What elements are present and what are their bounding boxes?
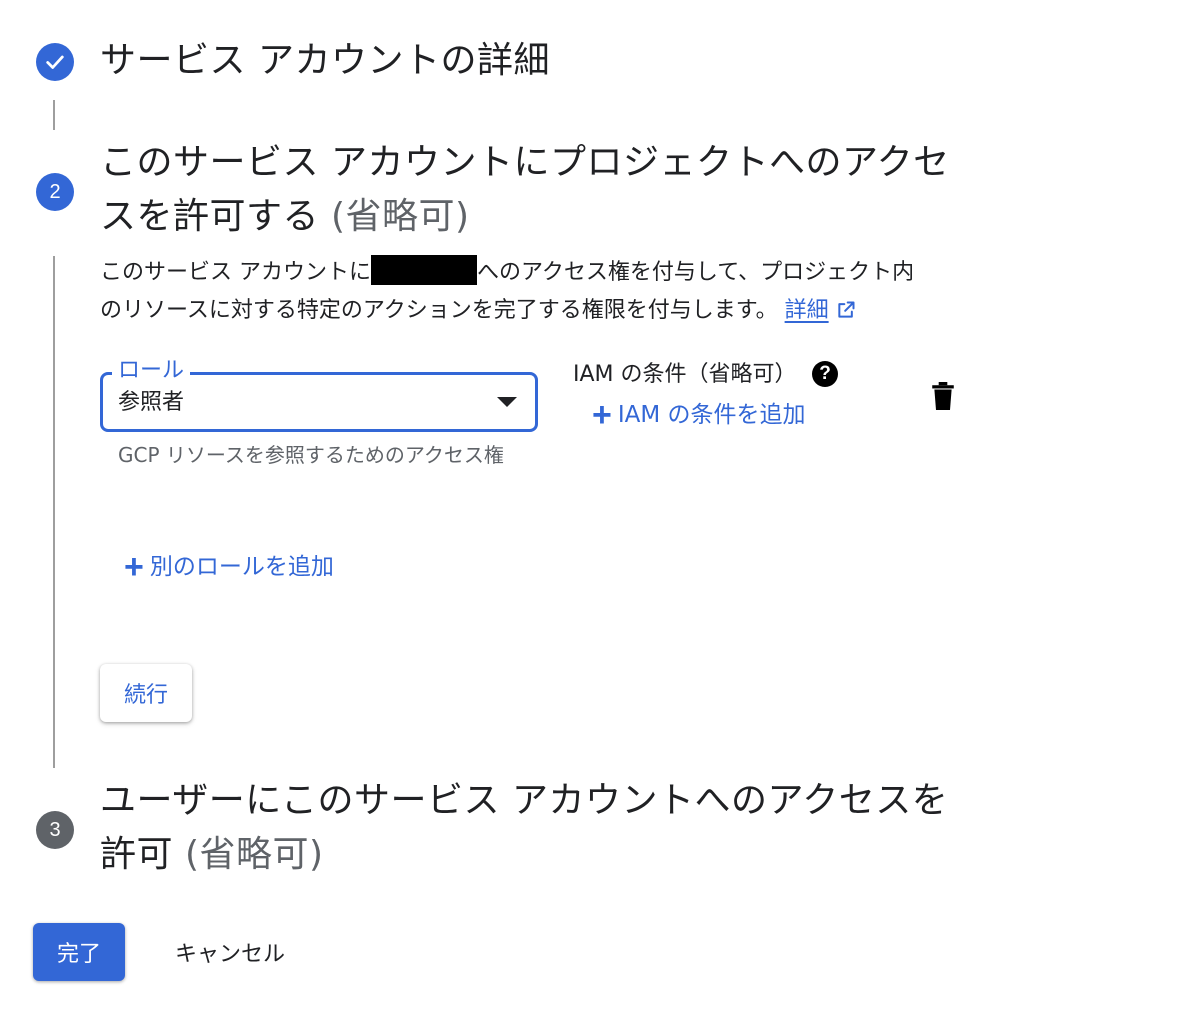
step-3-title-line1: ユーザーにこのサービス アカウントへのアクセスを	[100, 780, 949, 821]
step-2-description: このサービス アカウントに へのアクセス権を付与して、プロジェクト内 のリソースに…	[100, 254, 1000, 330]
desc-line2: のリソースに対する特定のアクションを完了する権限を付与します。	[100, 298, 778, 323]
step-2-optional-label: (省略可)	[330, 196, 470, 237]
add-another-role-button[interactable]: + 別のロールを追加	[124, 548, 334, 586]
check-icon	[46, 55, 64, 69]
step-connector-1	[53, 100, 55, 130]
step-1-complete-icon	[36, 43, 74, 81]
add-another-role-label: 別のロールを追加	[149, 554, 334, 580]
step-3-title[interactable]: ユーザーにこのサービス アカウントへのアクセスを 許可 (省略可)	[100, 774, 948, 882]
step-2-title-line1: このサービス アカウントにプロジェクトへのアクセ	[100, 142, 950, 183]
plus-icon: +	[592, 396, 612, 434]
role-select-label: ロール	[112, 358, 191, 384]
step-2-title: このサービス アカウントにプロジェクトへのアクセ スを許可する (省略可)	[100, 136, 950, 244]
role-select-value[interactable]: 参照者	[118, 388, 184, 418]
iam-condition-label: IAM の条件（省略可）	[573, 362, 797, 387]
step-connector-2	[53, 256, 55, 768]
dropdown-arrow-icon[interactable]	[497, 397, 517, 407]
add-iam-condition-label: IAM の条件を追加	[617, 402, 806, 428]
add-iam-condition-button[interactable]: + IAM の条件を追加	[592, 396, 806, 434]
step-2-number-badge: 2	[36, 173, 74, 211]
step-3-number-badge: 3	[36, 811, 74, 849]
cancel-button[interactable]: キャンセル	[160, 923, 300, 981]
step-2-title-line2: スを許可する	[100, 196, 320, 237]
plus-icon: +	[124, 548, 144, 586]
help-icon[interactable]: ?	[812, 361, 838, 387]
open-in-new-icon[interactable]	[836, 300, 856, 320]
redacted-project-name	[371, 255, 477, 285]
delete-icon[interactable]	[930, 382, 956, 410]
desc-part2: へのアクセス権を付与して、プロジェクト内	[477, 260, 915, 285]
step-3-title-line2: 許可	[100, 834, 174, 875]
step-1-title[interactable]: サービス アカウントの詳細	[100, 34, 550, 88]
desc-part1: このサービス アカウントに	[100, 260, 371, 285]
learn-more-link[interactable]: 詳細	[785, 298, 829, 323]
done-button[interactable]: 完了	[33, 923, 125, 981]
continue-button[interactable]: 続行	[100, 664, 192, 722]
step-3-optional-label: (省略可)	[184, 834, 324, 875]
role-helper-text: GCP リソースを参照するためのアクセス権	[118, 443, 504, 467]
